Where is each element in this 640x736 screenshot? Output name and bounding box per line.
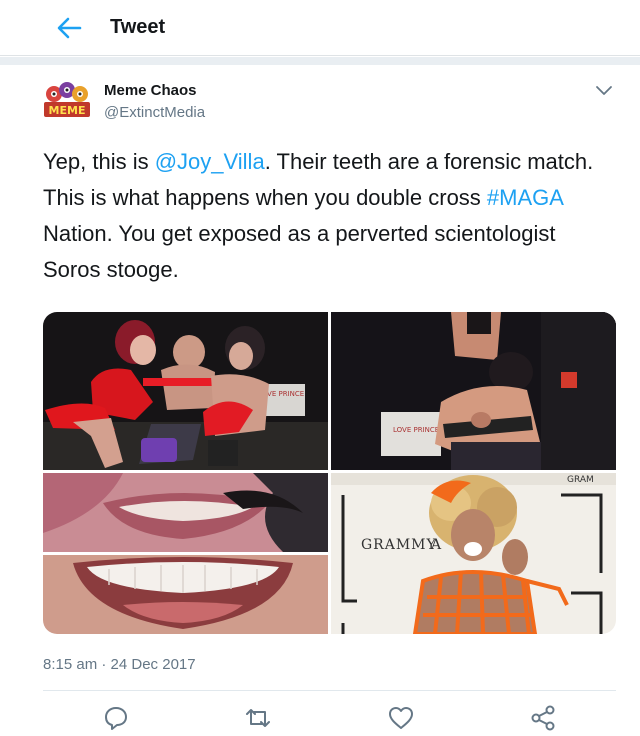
backdrop-text: GRAM xyxy=(567,475,594,485)
avatar-text: MEME xyxy=(49,104,86,117)
retweet-icon[interactable] xyxy=(244,704,272,732)
tweet-text-part: Yep, this is xyxy=(43,149,155,174)
back-arrow-icon[interactable] xyxy=(54,14,84,42)
photo-teeth-1[interactable] xyxy=(43,473,328,552)
tweet-timestamp: 8:15 am · 24 Dec 2017 xyxy=(43,656,196,673)
divider xyxy=(43,690,616,691)
like-icon[interactable] xyxy=(387,704,415,732)
tweet-text-part: Nation. You get exposed as a perverted s… xyxy=(43,221,556,282)
grammy-text-partial: A xyxy=(430,537,442,553)
photo-party-2[interactable]: LOVE PRINCE xyxy=(331,312,616,470)
top-bar: Tweet xyxy=(0,0,640,56)
media-grid: LOVE PRINCE LOVE PRINCE GRAM GRAMMY A xyxy=(43,312,616,634)
mention-link[interactable]: @Joy_Villa xyxy=(155,149,265,174)
tweet-text: Yep, this is @Joy_Villa. Their teeth are… xyxy=(43,144,603,288)
reply-icon[interactable] xyxy=(102,704,130,732)
section-gap xyxy=(0,57,640,65)
grammy-text: GRAMMY xyxy=(361,537,437,553)
hashtag-link[interactable]: #MAGA xyxy=(487,185,563,210)
chevron-down-icon[interactable] xyxy=(594,82,614,98)
author-name[interactable]: Meme Chaos xyxy=(104,82,197,99)
author-handle[interactable]: @ExtinctMedia xyxy=(104,104,205,121)
photo-teeth-2[interactable] xyxy=(43,555,328,634)
photo-grammy[interactable]: GRAM GRAMMY A xyxy=(331,473,616,634)
photo-party-1[interactable]: LOVE PRINCE xyxy=(43,312,328,470)
page-title: Tweet xyxy=(110,16,166,38)
avatar[interactable]: MEME xyxy=(42,80,92,120)
share-icon[interactable] xyxy=(529,704,557,732)
box-label-2: LOVE PRINCE xyxy=(393,426,439,434)
